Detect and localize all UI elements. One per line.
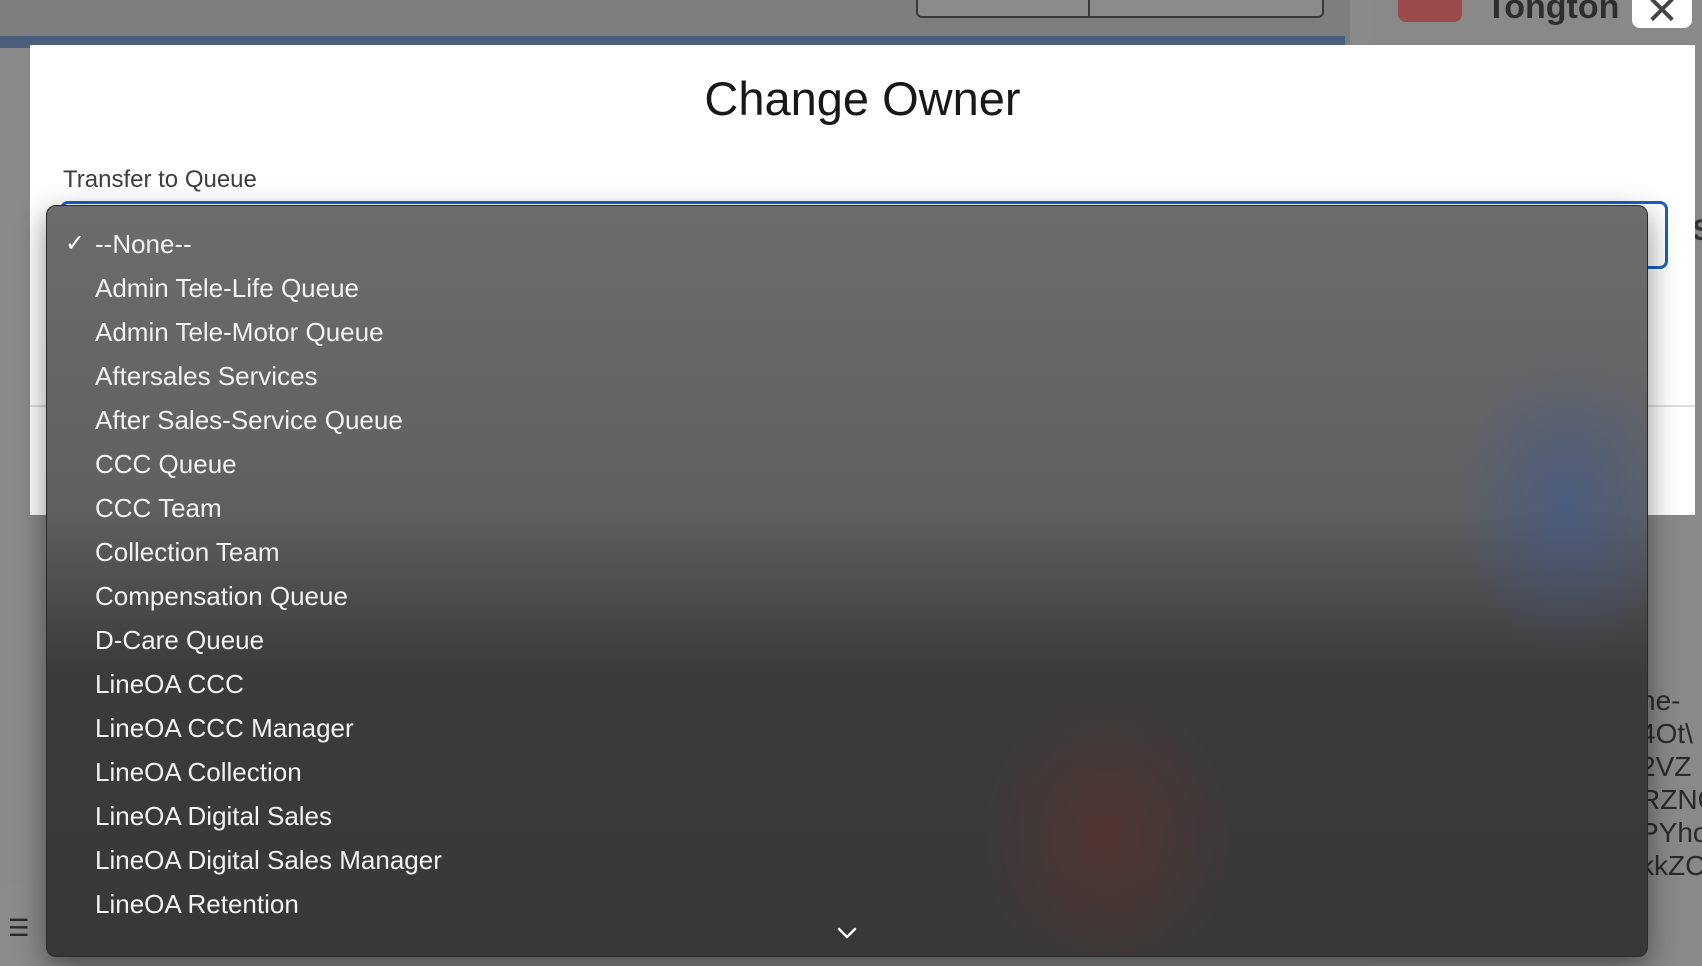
- dropdown-option[interactable]: LineOA Digital Sales Manager: [47, 838, 1647, 882]
- dropdown-option[interactable]: Admin Tele-Life Queue: [47, 266, 1647, 310]
- dropdown-option[interactable]: CCC Team: [47, 486, 1647, 530]
- option-label: LineOA CCC: [95, 669, 244, 699]
- option-label: Admin Tele-Motor Queue: [95, 317, 384, 347]
- option-label: LineOA CCC Manager: [95, 713, 354, 743]
- dropdown-option[interactable]: LineOA CCC Manager: [47, 706, 1647, 750]
- modal-title: Change Owner: [704, 72, 1021, 125]
- dropdown-option[interactable]: CCC Queue: [47, 442, 1647, 486]
- transfer-to-queue-label: Transfer to Queue: [63, 166, 257, 193]
- option-label: After Sales-Service Queue: [95, 405, 403, 435]
- dropdown-option[interactable]: Compensation Queue: [47, 574, 1647, 618]
- option-label: CCC Team: [95, 493, 222, 523]
- option-label: LineOA Retention: [95, 889, 299, 919]
- dropdown-option[interactable]: ✓ --None--: [47, 222, 1647, 266]
- option-label: D-Care Queue: [95, 625, 265, 655]
- dropdown-options: ✓ --None-- Admin Tele-Life Queue Admin T…: [47, 222, 1647, 926]
- dropdown-option[interactable]: LineOA Digital Sales: [47, 794, 1647, 838]
- background-utility-bar: ☰: [0, 886, 46, 966]
- dropdown-option[interactable]: LineOA CCC: [47, 662, 1647, 706]
- list-icon[interactable]: ☰: [8, 914, 30, 943]
- option-label: Aftersales Services: [95, 361, 318, 391]
- background-button-group: [916, 0, 1324, 18]
- option-label: Admin Tele-Life Queue: [95, 273, 360, 303]
- option-label: CCC Queue: [95, 449, 237, 479]
- avatar: [1398, 0, 1462, 22]
- checkmark-icon: ✓: [65, 230, 86, 257]
- option-label: LineOA Digital Sales: [95, 801, 333, 831]
- option-label: LineOA Collection: [95, 757, 302, 787]
- dropdown-option[interactable]: Aftersales Services: [47, 354, 1647, 398]
- chevron-down-icon[interactable]: [47, 920, 1647, 946]
- dropdown-option[interactable]: Admin Tele-Motor Queue: [47, 310, 1647, 354]
- dropdown-option[interactable]: Collection Team: [47, 530, 1647, 574]
- queue-dropdown-list[interactable]: ✓ --None-- Admin Tele-Life Queue Admin T…: [46, 205, 1648, 957]
- dropdown-option[interactable]: LineOA Collection: [47, 750, 1647, 794]
- option-label: Compensation Queue: [95, 581, 348, 611]
- option-label: LineOA Digital Sales Manager: [95, 845, 442, 875]
- option-label: --None--: [95, 229, 192, 259]
- option-label: Collection Team: [95, 537, 280, 567]
- dropdown-option[interactable]: D-Care Queue: [47, 618, 1647, 662]
- dropdown-option[interactable]: After Sales-Service Queue: [47, 398, 1647, 442]
- background-side-text: ne- 4Ot\ 2VZ RZNC PYhc kkZC: [1640, 685, 1702, 881]
- close-icon[interactable]: ✕: [1632, 0, 1692, 31]
- background-user-name: Tongton: [1486, 0, 1620, 26]
